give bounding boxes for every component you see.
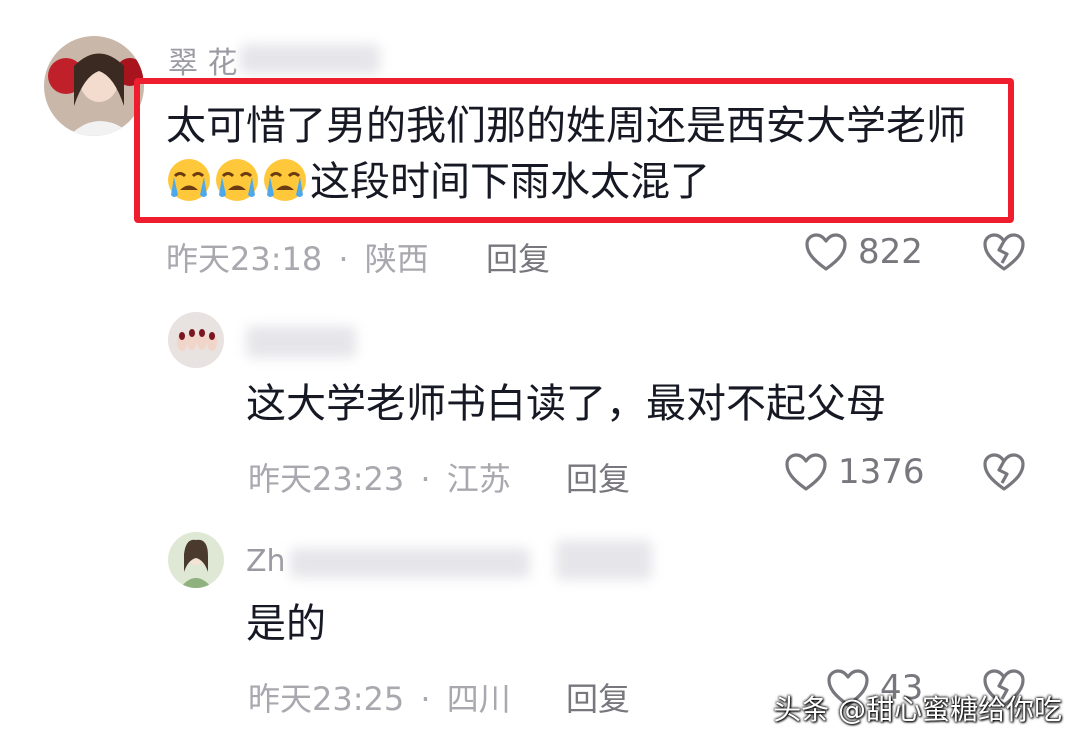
comment-3-badge-blur — [556, 540, 652, 580]
comment-1-time: 昨天23:18 — [166, 240, 323, 278]
broken-heart-icon — [982, 232, 1026, 272]
comment-3-text: 是的 — [246, 601, 326, 647]
comment-2-text: 这大学老师书白读了，最对不起父母 — [246, 381, 886, 427]
crying-face-icon — [214, 157, 260, 203]
comment-1-username-blur — [240, 44, 380, 74]
comment-2-username-blur — [246, 326, 356, 358]
comment-1-dislike-button[interactable] — [982, 232, 1026, 272]
comment-1-like-count: 822 — [858, 232, 923, 272]
heart-outline-icon — [784, 452, 828, 492]
meta-separator: · — [420, 680, 431, 718]
meta-separator: · — [338, 240, 349, 278]
comment-1-like-button[interactable]: 822 — [804, 232, 923, 272]
crying-face-icon — [262, 157, 308, 203]
comment-2-like-button[interactable]: 1376 — [784, 452, 925, 492]
comment-2-reply-button[interactable]: 回复 — [566, 454, 630, 500]
broken-heart-icon — [982, 452, 1026, 492]
meta-separator: · — [420, 460, 431, 498]
avatar[interactable] — [168, 532, 224, 588]
crying-face-icon — [166, 157, 212, 203]
comment-2-time: 昨天23:23 — [248, 460, 405, 498]
comment-1-text-line2-wrap: 这段时间下雨水太混了 — [166, 154, 710, 210]
comment-2-location: 江苏 — [446, 460, 511, 498]
comment-3-time: 昨天23:25 — [248, 680, 405, 718]
comment-1-reply-button[interactable]: 回复 — [486, 234, 550, 280]
comment-2-like-count: 1376 — [838, 452, 925, 492]
watermark: 头条 @甜心蜜糖给你吃 — [773, 693, 1062, 726]
comment-3-username-blur — [290, 548, 530, 578]
comment-2-meta: 昨天23:23 · 江苏 — [248, 454, 511, 500]
comment-1-location: 陕西 — [364, 240, 429, 278]
comment-3-location: 四川 — [446, 680, 511, 718]
comment-2-dislike-button[interactable] — [982, 452, 1026, 492]
comment-1-username[interactable]: 翠 花 — [168, 38, 238, 82]
avatar[interactable] — [168, 312, 224, 368]
comment-3-reply-button[interactable]: 回复 — [566, 674, 630, 720]
comment-3-meta: 昨天23:25 · 四川 — [248, 674, 511, 720]
comment-1-text-line1: 太可惜了男的我们那的姓周还是西安大学老师 — [166, 103, 966, 149]
heart-outline-icon — [804, 232, 848, 272]
comment-1-meta: 昨天23:18 · 陕西 — [166, 234, 429, 280]
comment-1-text-line2: 这段时间下雨水太混了 — [310, 159, 710, 205]
comment-3-username[interactable]: Zh — [246, 544, 286, 579]
avatar[interactable] — [44, 36, 144, 136]
